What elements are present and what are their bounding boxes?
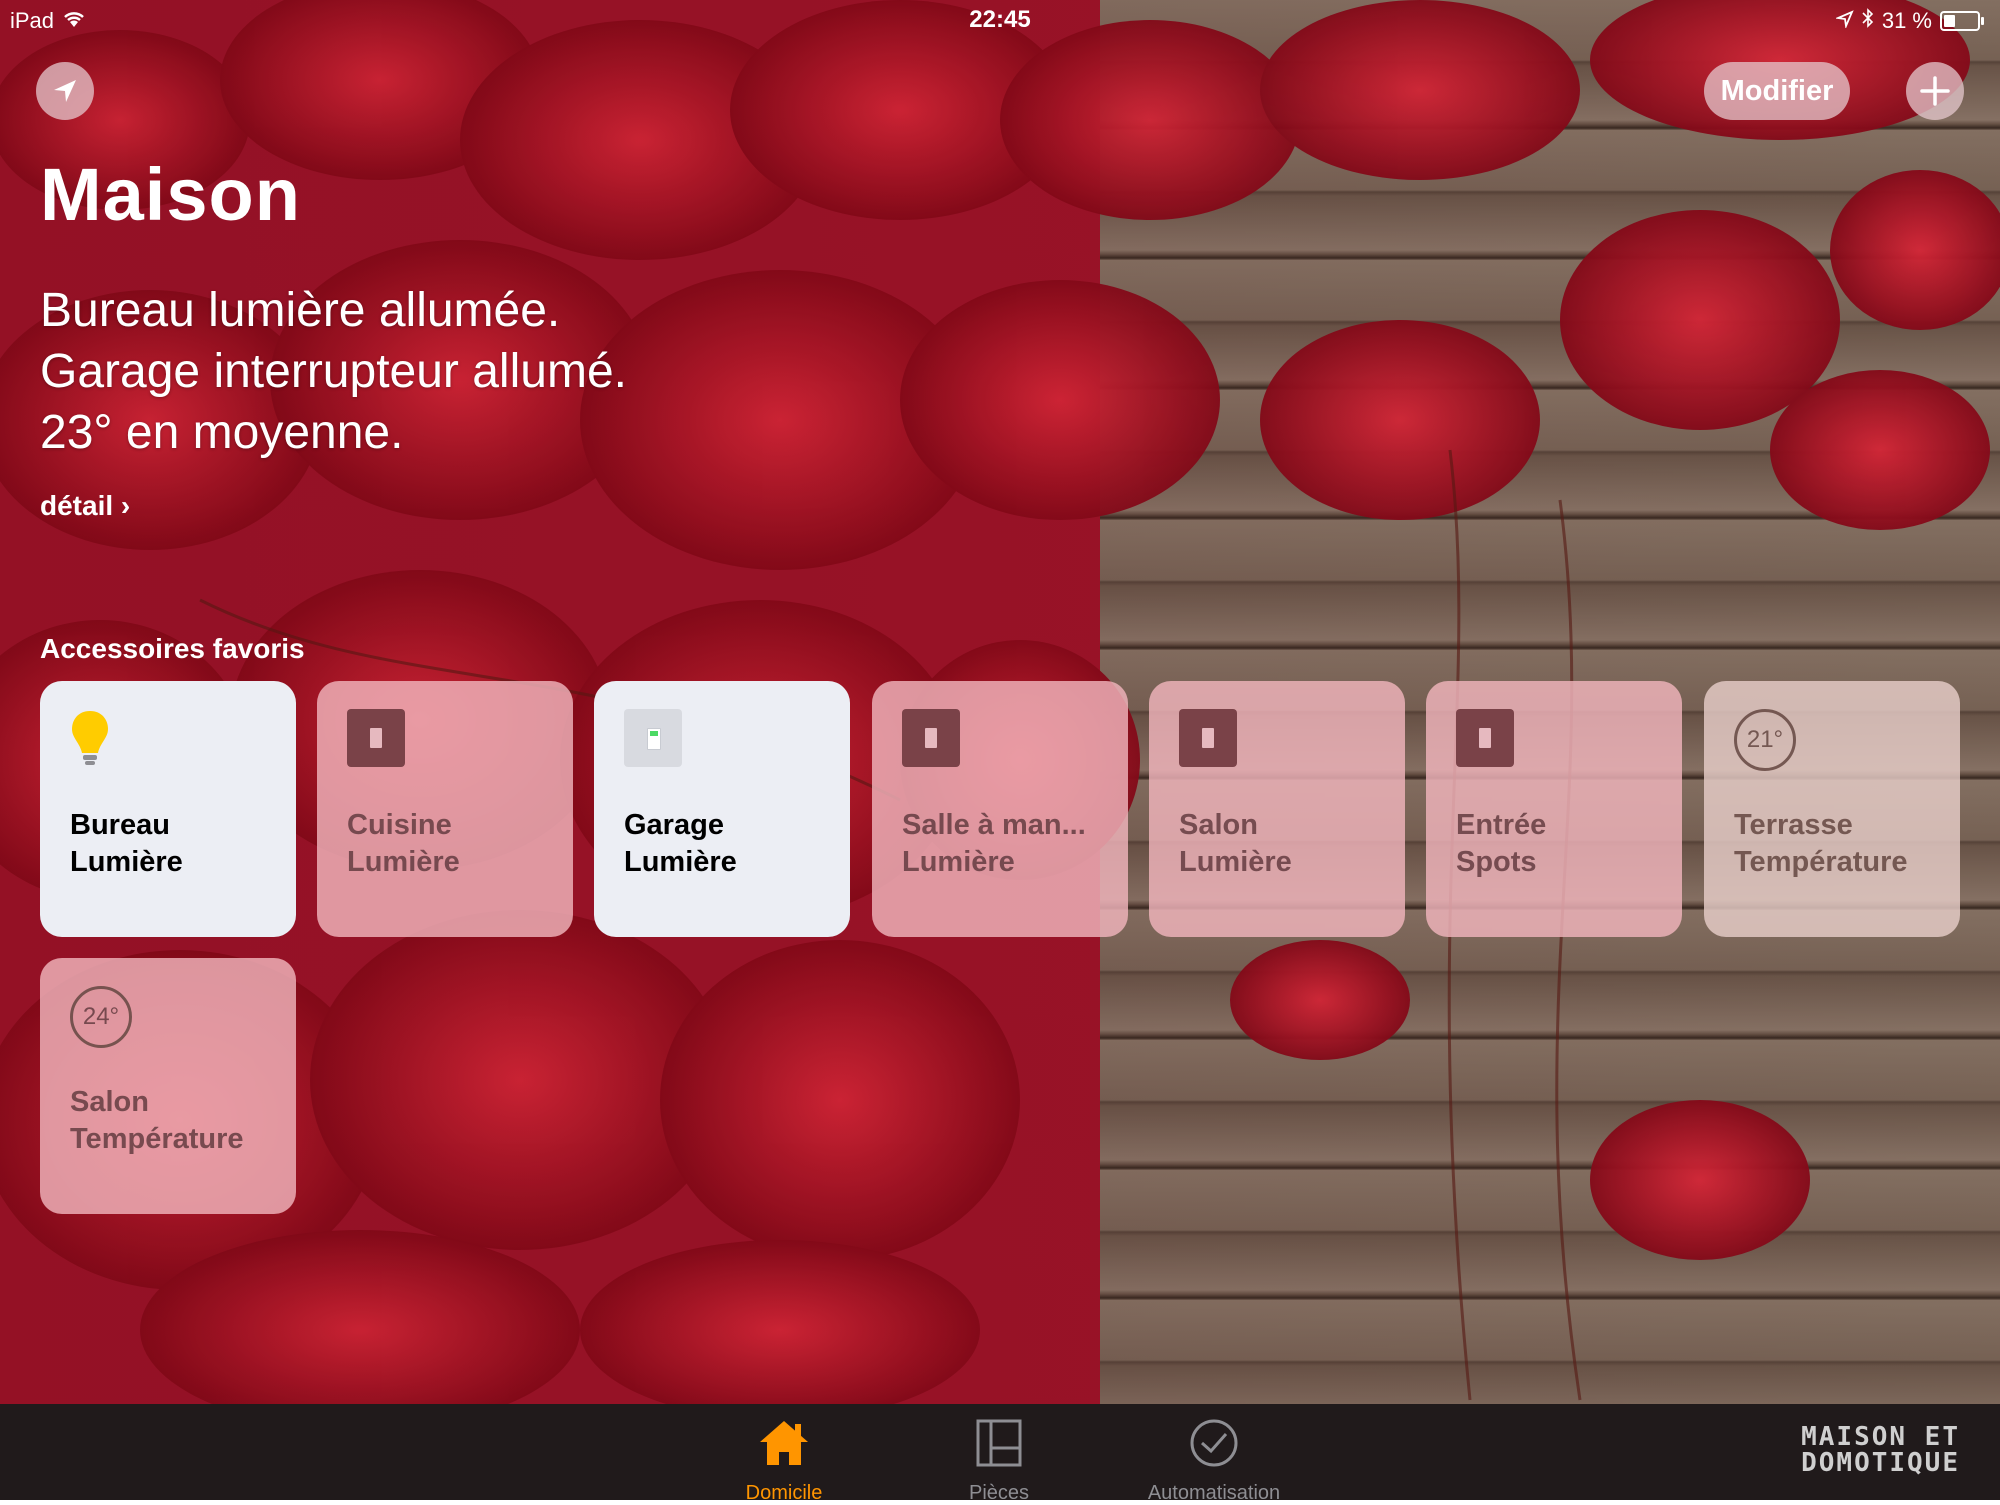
status-time: 22:45 [969,6,1031,33]
watermark-line: DOMOTIQUE [1801,1448,1960,1478]
tab-bar: Domicile Pièces Automatisation [0,1404,2000,1504]
accessory-tile-entree-spots[interactable]: Entrée Spots [1426,681,1682,937]
tile-name: Salon [70,1086,149,1118]
battery-percentage: 31 % [1881,8,1932,33]
switch-icon [624,709,682,767]
watermark-line: MAISON ET [1801,1422,1960,1452]
tile-status: Lumière [347,846,460,878]
tile-status: Lumière [1179,846,1292,878]
tile-name: Garage [624,809,724,841]
watermark-logo: MAISON ET DOMOTIQUE [1801,1424,1960,1476]
tile-name: Cuisine [347,809,452,841]
accessory-tile-bureau-lumiere[interactable]: Bureau Lumière [40,681,296,937]
bluetooth-icon [1862,8,1874,34]
tile-status: Température [70,1123,244,1155]
summary-line: Garage interrupteur allumé. [40,345,627,398]
tab-pieces[interactable]: Pièces [889,1414,1109,1505]
accessory-tile-salon-temperature[interactable]: 24° Salon Température [40,958,296,1214]
tab-label: Automatisation [1147,1482,1281,1504]
switch-icon [1179,709,1237,767]
accessory-tile-salle-a-manger-lumiere[interactable]: Salle à man... Lumière [872,681,1128,937]
tile-status: Lumière [902,846,1015,878]
accessory-tile-terrasse-temperature[interactable]: 21° Terrasse Température [1704,681,1960,937]
tile-status: Lumière [70,846,183,878]
clock-icon [1104,1414,1324,1472]
thermometer-icon: 21° [1734,709,1796,771]
thermometer-icon: 24° [70,986,132,1048]
tile-status: Lumière [624,846,737,878]
details-link[interactable]: détail › [40,490,130,522]
switch-icon [1456,709,1514,767]
edit-button[interactable]: Modifier [1704,62,1850,120]
tab-label: Pièces [968,1482,1030,1504]
accessory-tile-salon-lumiere[interactable]: Salon Lumière [1149,681,1405,937]
tile-name: Salle à man... [902,809,1086,841]
tab-domicile[interactable]: Domicile [674,1414,894,1505]
battery-icon [1940,11,1984,31]
location-arrow-icon [1834,8,1854,34]
accessory-tile-garage-lumiere[interactable]: Garage Lumière [594,681,850,937]
accessory-tile-cuisine-lumiere[interactable]: Cuisine Lumière [317,681,573,937]
plus-icon [1920,76,1950,106]
summary-line: 23° en moyenne. [40,406,404,459]
summary-line: Bureau lumière allumée. [40,284,561,337]
location-arrow-icon [54,80,76,102]
tile-name: Salon [1179,809,1258,841]
tile-name: Bureau [70,809,170,841]
tab-label: Domicile [745,1482,823,1504]
add-button[interactable] [1906,62,1964,120]
home-status-summary: Bureau lumière allumée. Garage interrupt… [40,280,627,463]
home-title: Maison [40,153,301,236]
status-bar: iPad 22:45 31 % [0,0,2000,40]
tile-name: Terrasse [1734,809,1853,841]
switch-icon [347,709,405,767]
tile-name: Entrée [1456,809,1547,841]
tile-status: Spots [1456,846,1537,878]
location-button[interactable] [36,62,94,120]
tab-automatisation[interactable]: Automatisation [1104,1414,1324,1505]
house-icon [674,1414,894,1472]
rooms-icon [889,1414,1109,1472]
tile-status: Température [1734,846,1908,878]
favorites-section-title: Accessoires favoris [40,633,305,664]
lightbulb-icon [70,709,110,774]
switch-icon [902,709,960,767]
